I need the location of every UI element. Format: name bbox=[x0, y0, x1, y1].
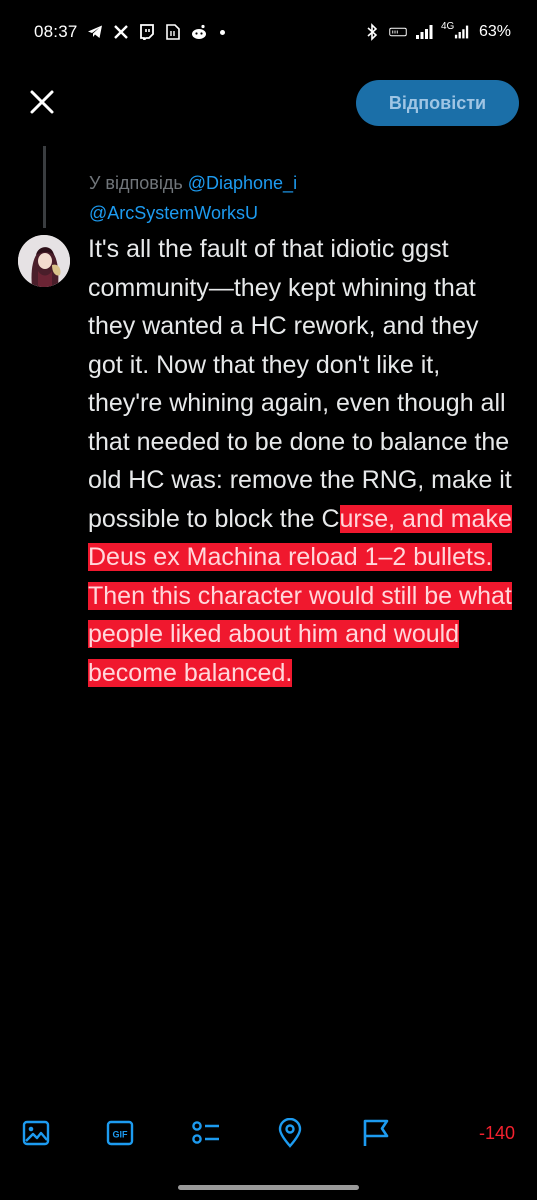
volte-icon bbox=[389, 23, 407, 41]
image-icon bbox=[22, 1120, 50, 1146]
thread-connector bbox=[43, 146, 46, 228]
reply-prefix: У відповідь bbox=[89, 173, 183, 193]
poll-icon bbox=[192, 1121, 219, 1144]
flag-icon bbox=[363, 1119, 389, 1146]
location-icon bbox=[278, 1118, 302, 1148]
twitch-icon bbox=[138, 23, 156, 41]
battery-percent: 63% bbox=[478, 23, 511, 40]
tweet-composer[interactable]: It's all the fault of that idiotic ggst … bbox=[88, 230, 518, 692]
status-time: 08:37 bbox=[34, 22, 78, 41]
compose-toolbar: GIF -140 bbox=[0, 1103, 537, 1163]
reply-button[interactable]: Відповісти bbox=[356, 80, 519, 126]
close-button[interactable] bbox=[22, 82, 62, 122]
flag-button[interactable] bbox=[360, 1117, 392, 1149]
telegram-icon bbox=[86, 23, 104, 41]
mobile-data-icon: 4G bbox=[440, 20, 469, 41]
close-icon bbox=[30, 90, 54, 114]
composer-text: It's all the fault of that idiotic ggst … bbox=[88, 235, 512, 533]
gesture-bar[interactable] bbox=[178, 1185, 359, 1190]
bluetooth-icon bbox=[363, 23, 381, 41]
add-location-button[interactable] bbox=[274, 1117, 306, 1149]
status-bar: 08:37 4G 63% bbox=[0, 0, 537, 64]
add-image-button[interactable] bbox=[20, 1117, 52, 1149]
signal-icon bbox=[415, 23, 433, 41]
notification-dot bbox=[219, 29, 225, 35]
character-count: -140 bbox=[478, 1123, 515, 1143]
svg-text:GIF: GIF bbox=[113, 1130, 129, 1140]
x-icon bbox=[112, 23, 130, 41]
add-gif-button[interactable]: GIF bbox=[104, 1117, 136, 1149]
add-poll-button[interactable] bbox=[190, 1117, 222, 1149]
gif-icon: GIF bbox=[106, 1120, 134, 1146]
sim-icon bbox=[164, 23, 182, 41]
avatar-image bbox=[18, 235, 70, 287]
mention-arcsystemworks[interactable]: @ArcSystemWorksU bbox=[89, 203, 258, 223]
reddit-icon bbox=[190, 23, 208, 41]
reply-context: У відповідь @Diaphone_i @ArcSystemWorksU bbox=[89, 168, 519, 228]
avatar[interactable] bbox=[18, 235, 70, 287]
status-right: 4G 63% bbox=[363, 20, 511, 41]
status-left: 08:37 bbox=[34, 22, 225, 42]
network-type: 4G bbox=[440, 20, 455, 32]
compose-header: Відповісти bbox=[0, 64, 537, 144]
mention-diaphone[interactable]: @Diaphone_i bbox=[188, 173, 297, 193]
